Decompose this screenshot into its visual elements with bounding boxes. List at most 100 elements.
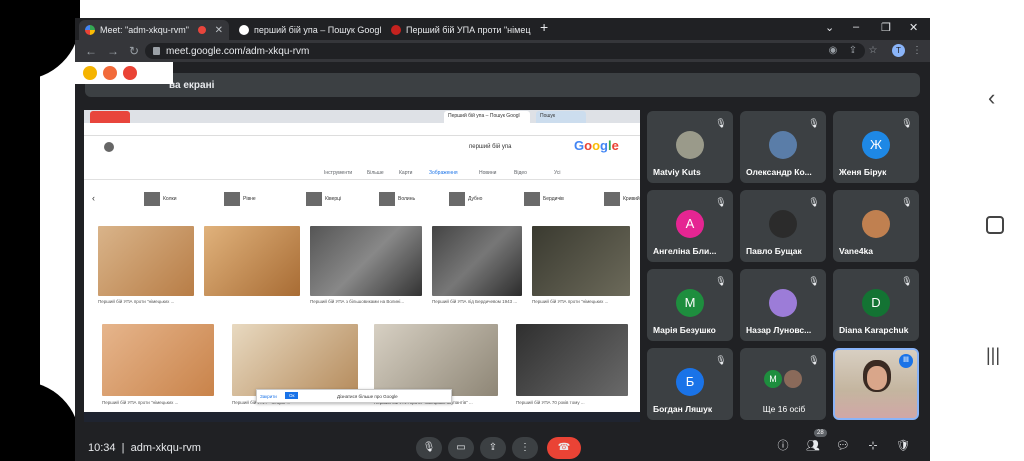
participant-name: Diana Karapchuk	[839, 325, 909, 335]
info-icon[interactable]: ⓘ	[776, 439, 790, 453]
host-controls-icon[interactable]: 🛡︎	[896, 439, 910, 453]
participant-tile[interactable]: 🎙︎ М Марія Безушко	[647, 269, 733, 341]
participant-tile[interactable]: 🎙︎ Б Богдан Ляшук	[647, 348, 733, 420]
tab-label: перший бій упа – Пошук Googl	[254, 25, 381, 35]
minimize-button[interactable]: –	[853, 21, 859, 33]
android-back-icon[interactable]: ‹	[988, 85, 995, 111]
participant-name: Назар Луновс...	[746, 325, 812, 335]
nav-item: Відео	[514, 170, 527, 176]
self-video-tile[interactable]: ǁǁ	[833, 348, 919, 420]
participant-name: Vane4ka	[839, 246, 874, 256]
chip: Ківерці	[306, 192, 341, 206]
popup-ok-button: Ок	[285, 392, 299, 399]
mic-off-icon: 🎙︎	[715, 355, 727, 365]
activities-icon[interactable]: ⊹	[866, 439, 880, 453]
participant-tile[interactable]: 🎙︎ Назар Луновс...	[740, 269, 826, 341]
mic-off-icon: 🎙︎	[715, 118, 727, 128]
participant-tile[interactable]: 🎙︎ Павло Бущак	[740, 190, 826, 262]
participant-tile[interactable]: 🎙︎ Олександр Ко...	[740, 111, 826, 183]
avatar: А	[676, 210, 704, 238]
tab-upa-article[interactable]: Перший бій УПА проти "німец ✕	[385, 20, 533, 40]
mic-off-icon: 🎙︎	[901, 118, 913, 128]
google-logo: Google	[574, 138, 619, 153]
profile-avatar[interactable]: T	[892, 44, 905, 57]
more-options-button[interactable]: ⋮	[512, 437, 538, 459]
participant-name: Женя Бірук	[839, 167, 887, 177]
participant-name: Павло Бущак	[746, 246, 802, 256]
mic-off-icon: 🎙︎	[808, 197, 820, 207]
reload-icon[interactable]: ↻	[129, 44, 139, 58]
avatar	[784, 370, 802, 388]
avatar: М	[764, 370, 782, 388]
meet-content: ва екрані Перший бій упа – Пошук Googl П…	[75, 62, 930, 461]
nav-item: Інструменти	[324, 170, 353, 176]
more-participants-tile[interactable]: 🎙︎ М Ще 16 осіб	[740, 348, 826, 420]
tab-bar: Meet: "adm-xkqu-rvm" ✕ перший бій упа – …	[75, 18, 930, 40]
avatar	[676, 131, 704, 159]
maximize-button[interactable]: ❐	[881, 21, 891, 34]
consent-popup: Закрити Ок Дізнатися більше про Google	[256, 389, 452, 403]
shared-tab-bar: Перший бій упа – Пошук Googl Пошук	[84, 110, 640, 123]
shared-tab: Пошук	[536, 111, 586, 123]
address-bar[interactable]: meet.google.com/adm-xkqu-rvm	[145, 43, 865, 59]
close-window-button[interactable]: ✕	[909, 21, 918, 34]
avatar: Б	[676, 368, 704, 396]
android-recents-icon[interactable]: |||	[986, 345, 1000, 366]
nav-item: Більше	[367, 170, 384, 176]
participant-name: Богдан Ляшук	[653, 404, 713, 414]
browser-window: Meet: "adm-xkqu-rvm" ✕ перший бій упа – …	[75, 18, 930, 461]
chat-icon[interactable]: 💬︎	[836, 439, 850, 453]
chip: Волинь	[379, 192, 415, 206]
present-button[interactable]: ⇪	[480, 437, 506, 459]
image-caption: Перший бій УПА проти "німецьких ...	[532, 299, 609, 304]
bookmark-star-icon[interactable]: ☆	[867, 45, 879, 57]
image-thumbnail	[232, 324, 358, 396]
mic-off-icon: 🎙︎	[901, 276, 913, 286]
chevron-left-icon: ‹	[92, 193, 95, 203]
participant-name: Олександр Ко...	[746, 167, 812, 177]
avatar	[769, 210, 797, 238]
banner-text: ва екрані	[169, 79, 215, 91]
mic-button[interactable]: 🎙︎	[416, 437, 442, 459]
tab-label: Перший бій УПА проти "німец	[406, 25, 531, 35]
related-chips: Кривий Бердичів Дубно Волинь Ківерці Рів…	[84, 188, 640, 210]
back-icon[interactable]: ←	[85, 44, 97, 58]
tab-google-search[interactable]: перший бій упа – Пошук Googl ✕	[233, 20, 381, 40]
people-icon[interactable]: 👥︎	[806, 439, 820, 453]
close-tab-icon[interactable]: ✕	[215, 25, 223, 36]
mic-off-icon: 🎙︎	[808, 118, 820, 128]
apps-avatar-icon	[104, 142, 114, 152]
avatar	[769, 289, 797, 317]
tab-meet[interactable]: Meet: "adm-xkqu-rvm" ✕	[79, 20, 229, 40]
avatar: Ж	[862, 131, 890, 159]
camera-button[interactable]: ▭	[448, 437, 474, 459]
extension-icon[interactable]	[103, 66, 117, 80]
chip: Бердичів	[524, 192, 564, 206]
toolbar: ← → ↻ meet.google.com/adm-xkqu-rvm ◉ ⇪ ☆…	[75, 40, 930, 62]
mic-off-icon: 🎙︎	[808, 355, 820, 365]
participant-tile[interactable]: 🎙︎ Matviy Kuts	[647, 111, 733, 183]
participant-tile[interactable]: 🎙︎ А Ангеліна Бли...	[647, 190, 733, 262]
mic-off-icon: 🎙︎	[715, 197, 727, 207]
chip: Кривий	[604, 192, 640, 206]
meeting-time: 10:34 | adm-xkqu-rvm	[88, 442, 201, 454]
extension-icon[interactable]	[83, 66, 97, 80]
participant-tile[interactable]: 🎙︎ Ж Женя Бірук	[833, 111, 919, 183]
participant-tile[interactable]: 🎙︎ D Diana Karapchuk	[833, 269, 919, 341]
camera-indicator-icon[interactable]: ◉	[827, 45, 839, 57]
extension-icons	[75, 62, 173, 84]
image-thumbnail	[98, 226, 194, 296]
participant-name: Matviy Kuts	[653, 167, 701, 177]
leave-call-button[interactable]: ☎	[547, 437, 581, 459]
tab-search-button[interactable]: ⌄	[825, 21, 834, 34]
extension-icon[interactable]	[123, 66, 137, 80]
share-icon[interactable]: ⇪	[847, 45, 859, 57]
mic-off-icon: 🎙︎	[715, 276, 727, 286]
forward-icon[interactable]: →	[107, 44, 119, 58]
image-thumbnail	[532, 226, 630, 296]
participant-tile[interactable]: 🎙︎ Vane4ka	[833, 190, 919, 262]
menu-icon[interactable]: ⋮	[911, 45, 923, 57]
mic-off-icon: 🎙︎	[901, 197, 913, 207]
android-home-icon[interactable]	[986, 216, 1004, 234]
new-tab-button[interactable]: +	[540, 19, 548, 35]
